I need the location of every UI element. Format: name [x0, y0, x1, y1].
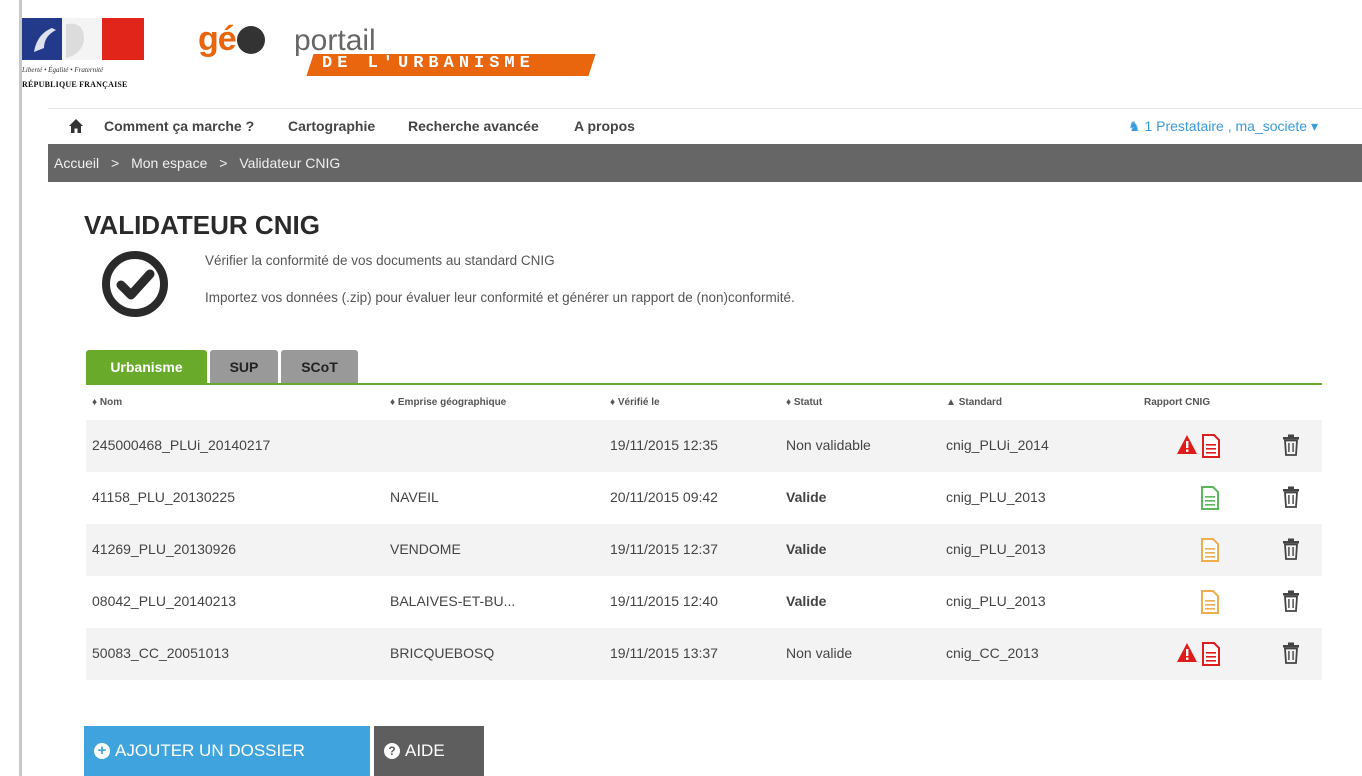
caret-down-icon: ▾	[1310, 118, 1319, 134]
nav-item-comment[interactable]: Comment ça marche ?	[104, 118, 254, 134]
cell-nom: 41269_PLU_20130926	[92, 541, 237, 557]
sort-icon: ♦	[92, 397, 100, 408]
trash-icon[interactable]	[1282, 590, 1300, 612]
breadcrumb-mon-espace[interactable]: Mon espace	[131, 155, 207, 171]
cell-statut: Valide	[786, 541, 827, 557]
cell-nom: 41158_PLU_20130225	[92, 489, 235, 505]
home-icon[interactable]	[68, 118, 84, 134]
cell-statut: Non validable	[786, 437, 871, 453]
cell-standard: cnig_PLUi_2014	[946, 437, 1049, 453]
cell-statut: Non valide	[786, 645, 853, 661]
nav-item-recherche[interactable]: Recherche avancée	[408, 118, 539, 134]
cell-emprise: VENDOME	[390, 541, 461, 557]
geoportail-portail-text: portail	[294, 24, 376, 57]
republic-motto: Liberté • Égalité • Fraternité	[22, 66, 104, 74]
breadcrumb: Accueil > Mon espace > Validateur CNIG	[48, 144, 1362, 182]
help-label: AIDE	[405, 741, 445, 760]
cell-standard: cnig_CC_2013	[946, 645, 1039, 661]
nav-item-apropos[interactable]: A propos	[574, 118, 635, 134]
breadcrumb-accueil[interactable]: Accueil	[54, 155, 99, 171]
table-row[interactable]: 245000468_PLUi_20140217 19/11/2015 12:35 N…	[86, 420, 1322, 472]
column-header-rapport: Rapport CNIG	[1144, 397, 1211, 408]
column-header-standard[interactable]: ▲ Standard	[946, 397, 1002, 408]
report-document-icon[interactable]	[1200, 486, 1220, 510]
add-folder-button[interactable]: + AJOUTER UN DOSSIER	[84, 726, 370, 776]
report-document-icon[interactable]	[1200, 590, 1220, 614]
question-circle-icon: ?	[384, 743, 400, 759]
column-header-nom[interactable]: ♦ Nom	[92, 397, 122, 408]
cell-standard: cnig_PLU_2013	[946, 593, 1046, 609]
report-document-icon[interactable]	[1201, 434, 1221, 458]
check-circle-icon	[102, 251, 168, 317]
cell-verifie: 20/11/2015 09:42	[610, 489, 718, 505]
window-left-border	[19, 0, 22, 776]
sort-icon: ♦	[786, 397, 794, 408]
tab-sup[interactable]: SUP	[210, 350, 278, 384]
cell-emprise: NAVEIL	[390, 489, 439, 505]
user-icon: ♞	[1128, 118, 1141, 134]
warning-icon	[1177, 643, 1197, 662]
tab-urbanisme[interactable]: Urbanisme	[86, 350, 207, 384]
rf-logo[interactable]: Liberté • Égalité • Fraternité RÉPUBLIQU…	[22, 18, 146, 98]
geoportail-geo-text: gé	[198, 20, 265, 59]
cell-standard: cnig_PLU_2013	[946, 541, 1046, 557]
description-line-2: Importez vos données (.zip) pour évaluer…	[205, 290, 795, 305]
trash-icon[interactable]	[1282, 642, 1300, 664]
report-cell	[1200, 538, 1224, 562]
cell-nom: 50083_CC_20051013	[92, 645, 230, 661]
cell-emprise: BALAIVES-ET-BU...	[390, 593, 516, 609]
breadcrumb-separator: >	[219, 155, 228, 171]
sort-asc-icon: ▲	[946, 397, 959, 408]
window-left-edge	[0, 0, 20, 776]
table-header: ♦ Nom ♦ Emprise géographique ♦ Vérifié l…	[86, 392, 1322, 414]
tabs-underline	[86, 383, 1322, 385]
report-document-icon[interactable]	[1200, 538, 1220, 562]
geoportail-logo[interactable]: gé portail DE L'URBANISME	[198, 20, 618, 90]
table-row[interactable]: 41158_PLU_20130225 NAVEIL 20/11/2015 09:42…	[86, 472, 1322, 524]
report-cell	[1176, 434, 1226, 458]
add-folder-label: AJOUTER UN DOSSIER	[115, 741, 305, 760]
plus-circle-icon: +	[94, 743, 110, 759]
tab-scot[interactable]: SCoT	[281, 350, 358, 384]
description-line-1: Vérifier la conformité de vos documents …	[205, 253, 555, 268]
help-button[interactable]: ? AIDE	[374, 726, 484, 776]
report-cell	[1176, 642, 1226, 666]
page-title: VALIDATEUR CNIG	[84, 210, 320, 240]
column-header-emprise[interactable]: ♦ Emprise géographique	[390, 397, 506, 408]
trash-icon[interactable]	[1282, 486, 1300, 508]
trash-icon[interactable]	[1282, 538, 1300, 560]
republic-name: RÉPUBLIQUE FRANÇAISE	[22, 80, 128, 89]
report-document-icon[interactable]	[1201, 642, 1221, 666]
cell-standard: cnig_PLU_2013	[946, 489, 1046, 505]
cell-verifie: 19/11/2015 12:37	[610, 541, 718, 557]
table-row[interactable]: 41269_PLU_20130926 VENDOME 19/11/2015 12:3…	[86, 524, 1322, 576]
rf-flag-icon	[22, 18, 144, 60]
cell-nom: 245000468_PLUi_20140217	[92, 437, 271, 453]
table-row[interactable]: 08042_PLU_20140213 BALAIVES-ET-BU... 19/11…	[86, 576, 1322, 628]
user-menu[interactable]: ♞ 1 Prestataire , ma_societe ▾	[1128, 118, 1318, 135]
geoportail-subtitle: DE L'URBANISME	[322, 54, 535, 73]
user-label: 1 Prestataire , ma_societe	[1144, 118, 1308, 134]
sort-icon: ♦	[610, 397, 618, 408]
cell-nom: 08042_PLU_20140213	[92, 593, 237, 609]
warning-icon	[1177, 435, 1197, 454]
cell-statut: Valide	[786, 489, 827, 505]
table-row[interactable]: 50083_CC_20051013 BRICQUEBOSQ 19/11/2015 1…	[86, 628, 1322, 680]
column-header-statut[interactable]: ♦ Statut	[786, 397, 822, 408]
cell-statut: Valide	[786, 593, 827, 609]
trash-icon[interactable]	[1282, 434, 1300, 456]
cell-verifie: 19/11/2015 12:40	[610, 593, 718, 609]
column-header-verifie[interactable]: ♦ Vérifié le	[610, 397, 660, 408]
cell-verifie: 19/11/2015 12:35	[610, 437, 718, 453]
report-cell	[1200, 590, 1224, 614]
sort-icon: ♦	[390, 397, 398, 408]
breadcrumb-separator: >	[111, 155, 120, 171]
nav-item-cartographie[interactable]: Cartographie	[288, 118, 375, 134]
cell-emprise: BRICQUEBOSQ	[390, 645, 495, 661]
report-cell	[1200, 486, 1224, 510]
cell-verifie: 19/11/2015 13:37	[610, 645, 718, 661]
breadcrumb-current: Validateur CNIG	[239, 155, 341, 171]
main-navbar: Comment ça marche ? Cartographie Recherc…	[48, 108, 1362, 145]
